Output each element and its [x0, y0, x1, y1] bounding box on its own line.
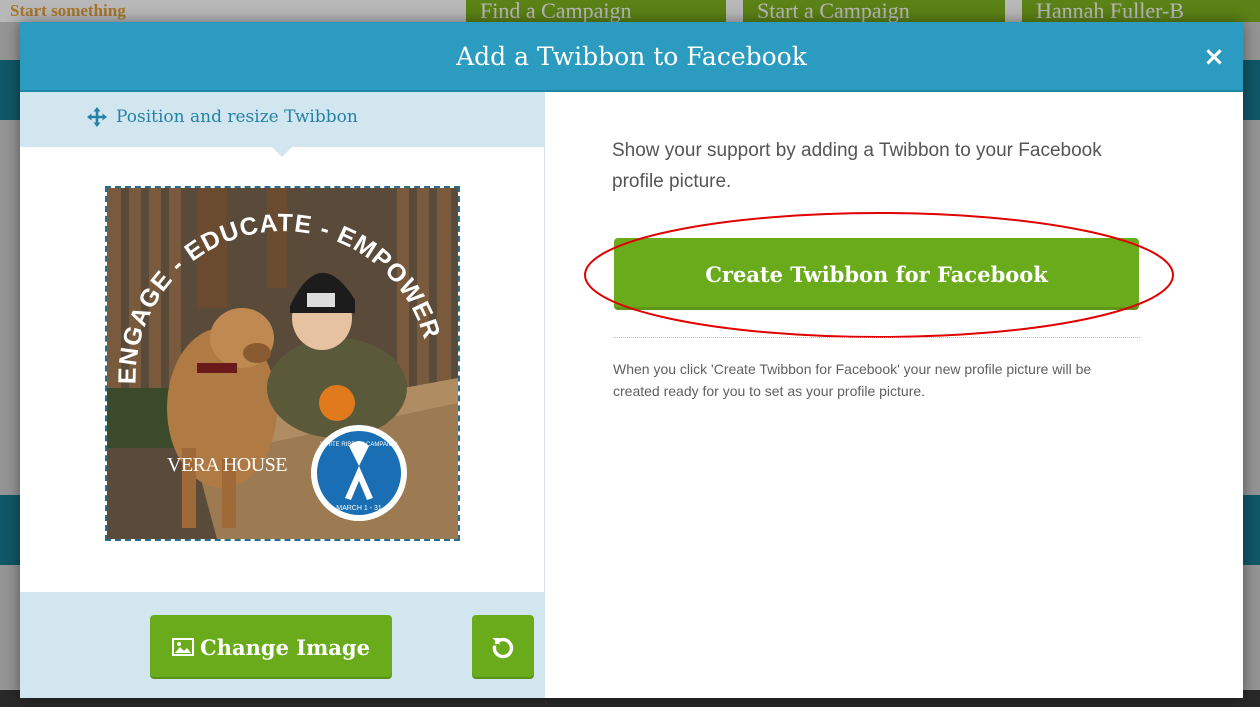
- twibbon-preview[interactable]: ENGAGE - EDUCATE - EMPOWER WHITE RIBBON …: [105, 186, 460, 541]
- position-resize-label: Position and resize Twibbon: [116, 107, 358, 127]
- divider: [613, 337, 1140, 338]
- create-twibbon-button[interactable]: Create Twibbon for Facebook: [614, 238, 1139, 310]
- close-button[interactable]: ×: [1199, 42, 1229, 72]
- position-resize-label-wrap: Position and resize Twibbon: [86, 106, 358, 128]
- left-footer: Change Image: [20, 592, 545, 698]
- brand-logo: VERA HOUSE: [167, 454, 288, 476]
- modal-title: Add a Twibbon to Facebook: [456, 42, 807, 71]
- change-image-button[interactable]: Change Image: [150, 615, 392, 679]
- help-text: When you click 'Create Twibbon for Faceb…: [613, 361, 1092, 399]
- twibbon-modal: Add a Twibbon to Facebook × Position and…: [20, 22, 1243, 698]
- reset-button[interactable]: [472, 615, 534, 679]
- reset-icon: [492, 637, 514, 659]
- move-icon: [87, 107, 107, 127]
- badge-top-text: WHITE RIBBON CAMPAIGN: [320, 442, 397, 448]
- tab-pointer: [272, 147, 292, 157]
- image-icon: [172, 638, 195, 656]
- preview-photo: ENGAGE - EDUCATE - EMPOWER WHITE RIBBON …: [107, 188, 458, 539]
- badge-bottom-text: MARCH 1 - 31: [336, 505, 382, 512]
- left-panel: Position and resize Twibbon ENGAGE - EDU…: [20, 92, 545, 698]
- support-text: Show your support by adding a Twibbon to…: [612, 140, 1102, 192]
- position-resize-tab[interactable]: Position and resize Twibbon: [20, 92, 545, 147]
- right-panel: Show your support by adding a Twibbon to…: [546, 92, 1243, 698]
- modal-header: Add a Twibbon to Facebook ×: [20, 22, 1243, 92]
- change-image-label: Change Image: [200, 634, 370, 660]
